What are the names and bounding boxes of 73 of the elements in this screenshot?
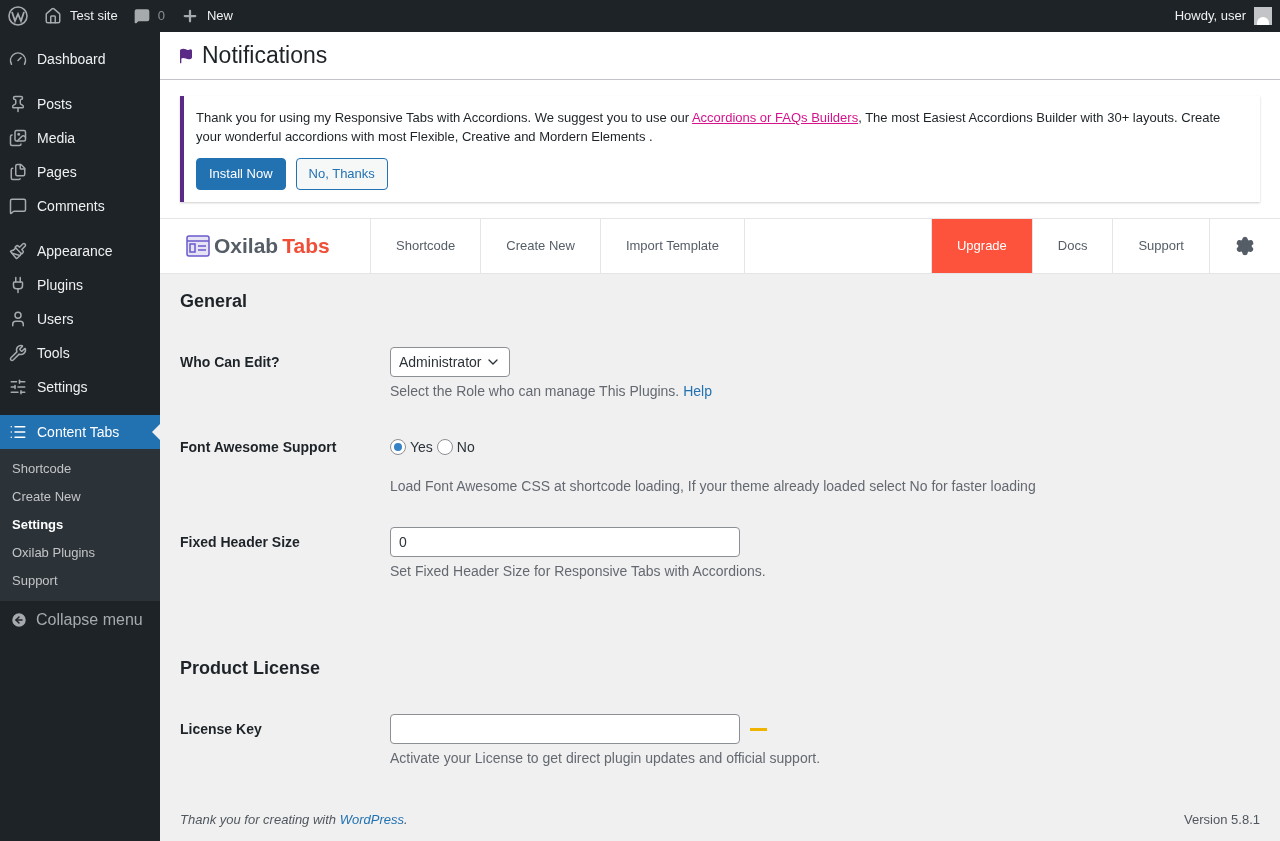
radio-label: Yes xyxy=(410,437,433,457)
comment-count: 0 xyxy=(157,7,165,26)
list-icon xyxy=(9,423,27,441)
sidebar-item[interactable]: Media xyxy=(0,121,160,155)
nav-tab[interactable]: Create New xyxy=(480,219,600,273)
sidebar-item[interactable]: Posts xyxy=(0,87,160,121)
greeting[interactable]: Howdy, user xyxy=(1174,6,1246,26)
section-title: General xyxy=(180,290,249,313)
role-select[interactable]: Administrator xyxy=(390,347,511,377)
nav-tab[interactable]: Shortcode xyxy=(370,219,481,273)
sidebar-item[interactable]: Settings xyxy=(0,370,160,404)
radio-button[interactable] xyxy=(390,439,406,455)
settings-icon[interactable] xyxy=(1235,236,1255,256)
nav-tab[interactable]: Support xyxy=(1112,219,1209,273)
field-label: Who Can Edit? xyxy=(180,353,281,372)
media-icon xyxy=(9,129,27,147)
site-link[interactable]: Test site xyxy=(70,6,118,26)
sidebar-item[interactable]: Appearance xyxy=(0,234,160,268)
nav-tab[interactable]: Docs xyxy=(1031,219,1113,273)
submenu-item[interactable]: Support xyxy=(0,567,160,595)
logo-accent: Tabs xyxy=(282,233,330,260)
field-label: License Key xyxy=(180,720,263,739)
submenu-item[interactable]: Create New xyxy=(0,483,160,511)
comment-icon xyxy=(9,197,27,215)
collapse-menu[interactable]: Collapse menu xyxy=(36,608,143,632)
wrench-icon xyxy=(9,344,27,362)
comment-icon[interactable] xyxy=(133,8,150,24)
paintbrush-icon xyxy=(9,242,27,260)
field-description: Select the Role who can manage This Plugins. xyxy=(390,383,680,399)
version-text: Version 5.8.1 xyxy=(1184,810,1260,829)
sidebar-item[interactable]: Dashboard xyxy=(0,42,160,76)
dashboard-icon xyxy=(9,50,27,68)
radio-button[interactable] xyxy=(436,439,453,455)
field-description: Activate your License to get direct plugin updates and official support. xyxy=(390,750,821,766)
wordpress-logo-icon[interactable] xyxy=(8,6,28,26)
license-key-field[interactable] xyxy=(390,714,740,744)
flag-icon xyxy=(178,47,194,64)
sidebar-item[interactable]: Content Tabs xyxy=(0,415,160,449)
field-description: Set Fixed Header Size for Responsive Tabs with Accordions. xyxy=(390,563,766,579)
submenu-item[interactable]: Oxilab Plugins xyxy=(0,539,160,567)
footer-text: Thank you for creating with xyxy=(180,811,338,827)
radio-label: No xyxy=(456,437,475,457)
pin-icon xyxy=(9,95,27,113)
sidebar-item[interactable]: Tools xyxy=(0,336,160,370)
submenu-item[interactable]: Shortcode xyxy=(0,455,160,483)
sidebar-item[interactable]: Pages xyxy=(0,155,160,189)
footer-period: . xyxy=(404,811,408,827)
sidebar-item[interactable]: Comments xyxy=(0,189,160,223)
input-field[interactable]: 0 xyxy=(390,527,740,557)
logo-name: Oxilab xyxy=(214,233,279,260)
sidebar-item[interactable]: Users xyxy=(0,302,160,336)
notice-text: Thank you for using my Responsive Tabs with Accordions. We suggest you to use our Accordions or FAQs Builders, The most Easiest Accordions Builder with 30+ layouts. Create your wonderful accordions with most Flexible, Creative and Mordern Elements . xyxy=(196,109,1222,146)
pages-icon xyxy=(9,163,27,181)
sidebar-item[interactable]: Plugins xyxy=(0,268,160,302)
nav-tab[interactable]: Import Template xyxy=(599,219,744,273)
browser-window-icon xyxy=(186,234,210,258)
user-icon xyxy=(9,310,27,328)
help-link[interactable]: Help xyxy=(683,383,712,399)
install-button[interactable]: Install Now xyxy=(196,158,286,190)
status-dash-icon xyxy=(750,727,767,731)
new-link[interactable]: New xyxy=(206,6,233,26)
sliders-icon xyxy=(9,378,27,396)
field-label: Font Awesome Support xyxy=(180,438,338,457)
wordpress-link[interactable]: WordPress xyxy=(339,811,404,827)
field-label: Fixed Header Size xyxy=(180,533,301,552)
dismiss-button[interactable]: No, Thanks xyxy=(295,158,388,190)
collapse-icon[interactable] xyxy=(10,611,28,629)
home-icon[interactable] xyxy=(44,7,62,25)
field-description: Load Font Awesome CSS at shortcode loading, If your theme already loaded select No for faster loading xyxy=(390,478,1036,494)
page-title: Notifications xyxy=(202,41,328,71)
submenu-item[interactable]: Settings xyxy=(0,511,160,539)
current-pointer xyxy=(152,424,160,440)
section-title: Product License xyxy=(180,657,322,680)
